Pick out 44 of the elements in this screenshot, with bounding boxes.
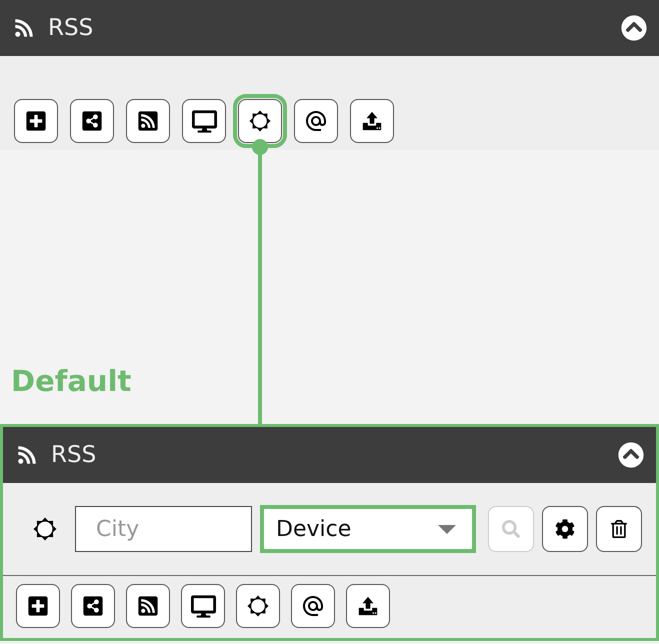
upload-icon <box>357 595 379 617</box>
rss-icon <box>137 110 159 132</box>
at-sign-icon <box>304 109 328 133</box>
sun-icon <box>249 110 271 132</box>
toolbar-button[interactable] <box>350 99 394 143</box>
toolbar-button[interactable] <box>236 584 280 628</box>
toolbar-button[interactable] <box>70 99 114 143</box>
toolbar-button[interactable] <box>126 584 170 628</box>
rss-icon <box>137 595 159 617</box>
city-field[interactable]: City <box>75 506 252 552</box>
rss-icon <box>17 445 37 465</box>
monitor-icon <box>192 108 216 134</box>
device-dropdown[interactable]: Device <box>260 505 476 553</box>
settings-icon <box>555 519 575 539</box>
connector-dot <box>252 139 268 155</box>
at-sign-icon <box>301 594 325 618</box>
trash-icon <box>610 520 628 538</box>
rss-icon <box>14 18 34 38</box>
toolbar-button[interactable] <box>71 584 115 628</box>
toolbar-button[interactable] <box>126 99 170 143</box>
toolbar-button[interactable] <box>182 99 226 143</box>
upload-icon <box>361 110 383 132</box>
toolbar-button[interactable] <box>181 584 225 628</box>
search-icon <box>502 520 520 538</box>
caption-label: Default <box>11 364 132 398</box>
share-icon <box>82 595 104 617</box>
toolbar-button[interactable] <box>346 584 390 628</box>
plus-icon <box>27 595 49 617</box>
collapse-button[interactable] <box>621 15 647 41</box>
plus-icon <box>25 110 47 132</box>
toolbar-button[interactable] <box>294 99 338 143</box>
caret-icon <box>438 524 456 534</box>
share-icon <box>81 110 103 132</box>
collapse-button[interactable] <box>618 442 644 468</box>
monitor-icon <box>190 594 216 618</box>
toolbar-button[interactable] <box>16 584 60 628</box>
panel-title: RSS <box>48 15 94 41</box>
sun-icon <box>247 595 269 617</box>
settings-button[interactable] <box>542 506 588 552</box>
sun-icon <box>33 517 57 541</box>
toolbar-button[interactable] <box>14 99 58 143</box>
panel-title: RSS <box>51 442 98 468</box>
trash-button[interactable] <box>596 506 642 552</box>
toolbar-button[interactable] <box>291 584 335 628</box>
